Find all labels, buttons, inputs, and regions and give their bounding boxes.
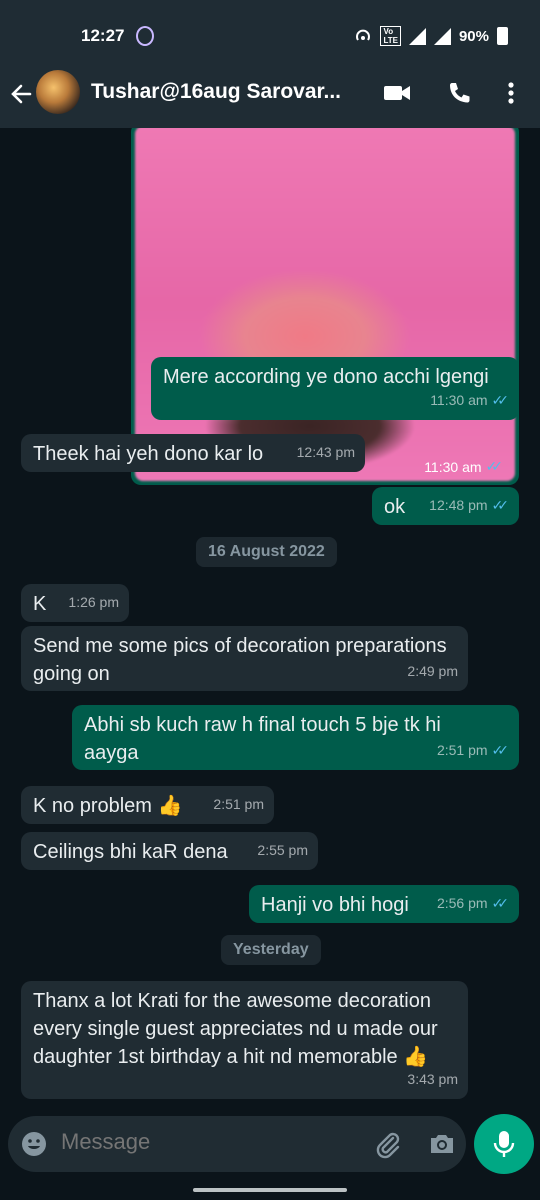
signal-icon bbox=[408, 27, 426, 45]
message-bubble-out[interactable]: Mere according ye dono acchi lgengi 11:3… bbox=[151, 357, 519, 420]
read-ticks-icon: ✓✓ bbox=[491, 742, 510, 758]
voice-record-button[interactable] bbox=[474, 1114, 534, 1174]
message-time: 2:56 pm bbox=[436, 895, 488, 911]
message-time: 2:51 pm bbox=[213, 796, 264, 812]
message-bubble-in[interactable]: Theek hai yeh dono kar lo 12:43 pm bbox=[21, 434, 365, 472]
chat-header: Tushar@16aug Sarovar... bbox=[0, 70, 540, 128]
message-text: Ceilings bhi kaR dena bbox=[33, 841, 228, 863]
message-bubble-out[interactable]: Hanji vo bhi hogi 2:56 pm ✓✓ bbox=[249, 885, 519, 923]
message-time: 1:26 pm bbox=[68, 594, 119, 610]
message-bubble-out[interactable]: ok 12:48 pm ✓✓ bbox=[372, 487, 519, 525]
message-meta: 1:26 pm bbox=[68, 588, 119, 616]
more-options-icon[interactable] bbox=[498, 80, 524, 106]
message-text: K bbox=[33, 593, 47, 615]
notification-app-icon bbox=[136, 26, 154, 46]
battery-percent: 90% bbox=[458, 27, 489, 45]
avatar[interactable] bbox=[36, 70, 80, 114]
camera-icon[interactable] bbox=[428, 1130, 456, 1158]
message-bubble-in[interactable]: Thanx a lot Krati for the awesome decora… bbox=[21, 981, 468, 1099]
message-meta: 3:43 pm bbox=[407, 1065, 458, 1093]
message-text: Hanji vo bhi hogi bbox=[261, 894, 409, 916]
message-compose-bar bbox=[8, 1116, 466, 1172]
image-thumbnail[interactable] bbox=[135, 128, 515, 481]
message-input[interactable] bbox=[61, 1129, 361, 1155]
message-text: K no problem 👍 bbox=[33, 795, 183, 817]
message-meta: 12:48 pm ✓✓ bbox=[429, 491, 509, 519]
read-ticks-icon: ✓✓ bbox=[485, 458, 504, 474]
read-ticks-icon: ✓✓ bbox=[491, 895, 510, 911]
signal-4g-icon bbox=[433, 27, 451, 45]
message-meta: 2:56 pm ✓✓ bbox=[437, 889, 509, 917]
message-meta: 11:30 am ✓✓ bbox=[430, 386, 509, 414]
status-icons: Vo LTE 90% bbox=[354, 26, 508, 46]
message-meta: 12:43 pm bbox=[297, 438, 355, 466]
attach-icon[interactable] bbox=[373, 1129, 401, 1159]
message-time: 2:51 pm bbox=[436, 742, 488, 758]
message-time: 12:43 pm bbox=[296, 444, 355, 460]
message-bubble-in[interactable]: Ceilings bhi kaR dena 2:55 pm bbox=[21, 832, 318, 870]
message-text: ok bbox=[384, 496, 406, 518]
chat-area[interactable]: 11:30 am ✓✓ Mere according ye dono acchi… bbox=[0, 128, 540, 1114]
date-separator: 16 August 2022 bbox=[196, 537, 337, 567]
status-bar: 12:27 Vo LTE 90% bbox=[0, 0, 540, 70]
message-time: 2:49 pm bbox=[407, 663, 458, 679]
voice-call-icon[interactable] bbox=[444, 80, 474, 106]
hotspot-icon bbox=[356, 29, 371, 41]
back-arrow-icon[interactable] bbox=[8, 81, 34, 107]
microphone-icon bbox=[493, 1131, 515, 1157]
read-ticks-icon: ✓✓ bbox=[491, 497, 510, 513]
message-meta: 11:30 am ✓✓ bbox=[424, 458, 503, 475]
message-time: 3:43 pm bbox=[407, 1071, 458, 1087]
volte-icon: Vo LTE bbox=[380, 26, 401, 46]
message-time: 2:55 pm bbox=[257, 842, 308, 858]
message-time: 11:30 am bbox=[424, 458, 482, 475]
message-text: Send me some pics of decoration preparat… bbox=[33, 635, 447, 685]
message-meta: 2:55 pm bbox=[257, 836, 308, 864]
message-text: Abhi sb kuch raw h final touch 5 bje tk … bbox=[84, 714, 441, 764]
message-bubble-out[interactable]: Abhi sb kuch raw h final touch 5 bje tk … bbox=[72, 705, 519, 770]
message-text: Theek hai yeh dono kar lo bbox=[33, 443, 264, 465]
message-bubble-in[interactable]: K no problem 👍 2:51 pm bbox=[21, 786, 274, 824]
gesture-nav-bar[interactable] bbox=[193, 1188, 347, 1192]
message-time: 11:30 am bbox=[430, 392, 488, 408]
message-meta: 2:49 pm bbox=[407, 657, 458, 685]
status-time: 12:27 bbox=[81, 26, 125, 45]
message-meta: 2:51 pm ✓✓ bbox=[437, 736, 509, 764]
message-bubble-in[interactable]: Send me some pics of decoration preparat… bbox=[21, 626, 468, 691]
battery-icon bbox=[497, 27, 508, 45]
message-text: Thanx a lot Krati for the awesome decora… bbox=[33, 990, 438, 1068]
message-bubble-in[interactable]: K 1:26 pm bbox=[21, 584, 129, 622]
image-message[interactable]: 11:30 am ✓✓ bbox=[131, 128, 519, 485]
video-call-icon[interactable] bbox=[382, 80, 412, 106]
emoji-icon[interactable] bbox=[21, 1131, 47, 1157]
message-time: 12:48 pm bbox=[429, 497, 488, 513]
message-text: Mere according ye dono acchi lgengi bbox=[163, 366, 489, 388]
message-meta: 2:51 pm bbox=[213, 790, 264, 818]
contact-name[interactable]: Tushar@16aug Sarovar... bbox=[91, 80, 341, 104]
read-ticks-icon: ✓✓ bbox=[491, 392, 510, 408]
date-separator: Yesterday bbox=[221, 935, 321, 965]
